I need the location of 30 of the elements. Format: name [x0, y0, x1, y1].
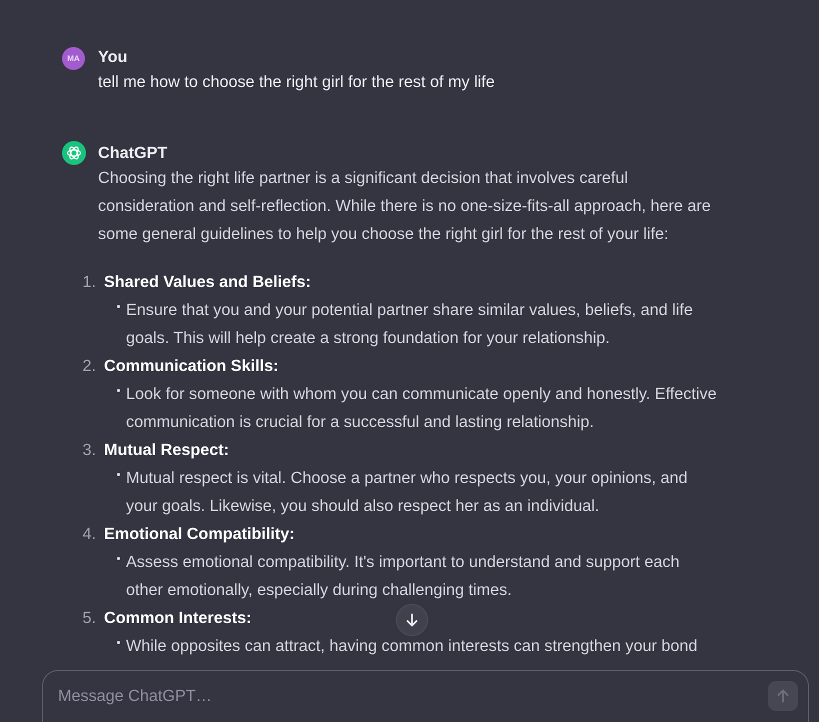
- bullet-icon: [117, 473, 120, 476]
- list-item-text: While opposites can attract, having common interests can strengthen your bond: [126, 636, 698, 657]
- list-item-title: Mutual Respect:: [104, 440, 230, 461]
- arrow-up-icon: [776, 689, 790, 703]
- message-text: tell me how to choose the right girl for the rest of my life: [98, 72, 496, 93]
- message-input-field[interactable]: Message ChatGPT…: [42, 670, 809, 722]
- arrow-down-icon: [405, 613, 419, 627]
- bullet-icon: [117, 557, 120, 560]
- list-item-text: Ensure that you and your potential partner share similar values, beliefs, and life goals. This will help create a strong foundation for your relationship.: [126, 300, 694, 349]
- list-item-title: Emotional Compatibility:: [104, 524, 295, 545]
- author-name: ChatGPT: [98, 143, 168, 164]
- list-number: 5.: [82, 608, 96, 629]
- bullet-icon: [117, 641, 120, 644]
- list-number: 1.: [82, 272, 96, 293]
- list-number: 4.: [82, 524, 96, 545]
- knot-logo-icon: [62, 141, 86, 165]
- bullet-icon: [117, 389, 120, 392]
- list-item-text: Assess emotional compatibility. It's important to understand and support each other emotionally, especially during challenging times.: [126, 552, 680, 601]
- list-item-title: Common Interests:: [104, 608, 252, 629]
- list-item-text: Mutual respect is vital. Choose a partner who respects you, your opinions, and your goals. Likewise, you should also respect her as an individual.: [126, 468, 688, 517]
- list-item-text: Look for someone with whom you can communicate openly and honestly. Effective communication is crucial for a successful and lasting relationship.: [126, 384, 718, 433]
- author-name: You: [98, 47, 128, 68]
- list-number: 2.: [82, 356, 96, 377]
- scroll-down-button[interactable]: [396, 604, 428, 636]
- bullet-icon: [117, 305, 120, 308]
- list-item-title: Communication Skills:: [104, 356, 278, 377]
- list-number: 3.: [82, 440, 96, 461]
- user-avatar: MA: [62, 47, 85, 70]
- message-text: Choosing the right life partner is a significant decision that involves careful consideration and self-reflection. While there is no one-size-fits-all approach, here are some general guidelines to help you choose the right girl for the rest of your life:: [98, 168, 712, 245]
- list-item-title: Shared Values and Beliefs:: [104, 272, 311, 293]
